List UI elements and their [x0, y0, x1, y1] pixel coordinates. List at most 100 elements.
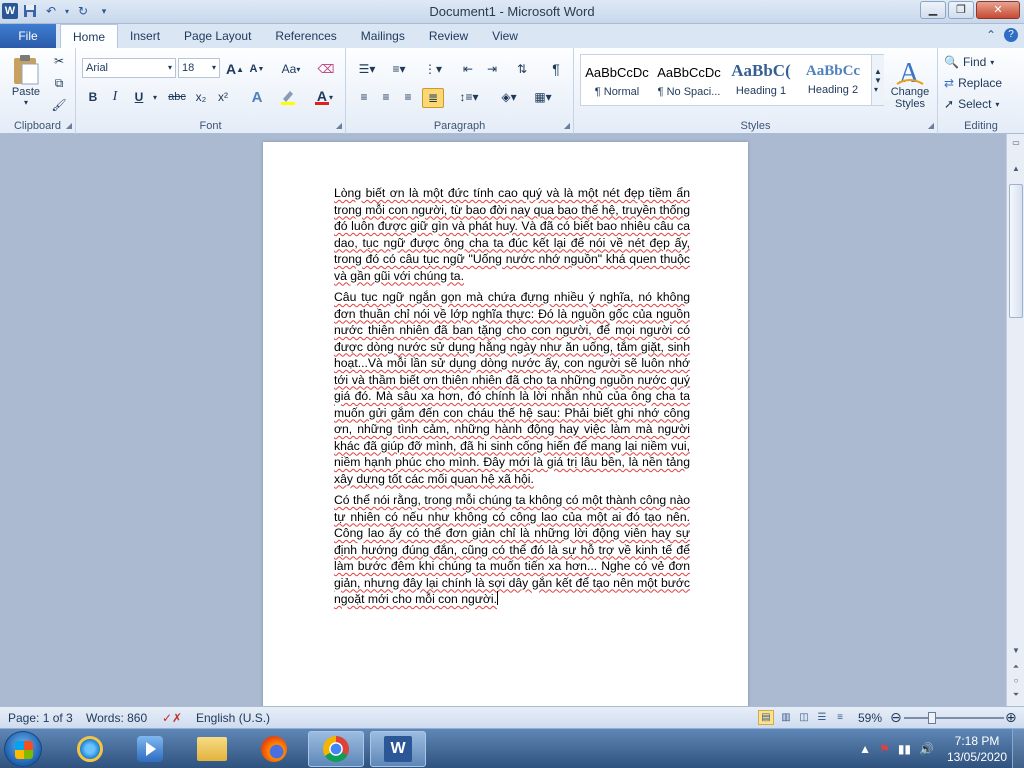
style-normal[interactable]: AaBbCcDc ¶ Normal [581, 55, 653, 105]
align-center-icon[interactable]: ≡ [376, 88, 396, 106]
increase-indent-icon[interactable]: ⇥ [482, 60, 502, 78]
taskbar-media-player[interactable] [122, 731, 178, 767]
show-desktop-button[interactable] [1012, 729, 1024, 768]
paste-dropdown-icon[interactable]: ▾ [24, 98, 28, 107]
tab-view[interactable]: View [480, 24, 530, 48]
page-indicator[interactable]: Page: 1 of 3 [8, 711, 73, 725]
start-button[interactable] [4, 731, 42, 767]
network-icon[interactable]: ▮▮ [898, 742, 911, 756]
clear-formatting-icon[interactable]: ⌫ [316, 60, 336, 78]
taskbar-word[interactable]: W [370, 731, 426, 767]
zoom-out-icon[interactable]: ⊖ [890, 709, 902, 726]
show-formatting-button[interactable]: ¶ [546, 60, 566, 78]
document-area[interactable]: Lòng biết ơn là một đức tính cao quý và … [0, 134, 1006, 706]
justify-icon[interactable]: ≣ [422, 88, 444, 108]
previous-page-icon[interactable]: ⏶ [1007, 662, 1024, 672]
subscript-button[interactable]: x₂ [192, 88, 210, 106]
style-no-spacing[interactable]: AaBbCcDc ¶ No Spaci... [653, 55, 725, 105]
scrollbar-thumb[interactable] [1009, 184, 1023, 318]
borders-icon[interactable]: ▦▾ [530, 88, 556, 106]
paragraph-launcher-icon[interactable]: ◢ [564, 121, 570, 130]
taskbar-internet-explorer[interactable] [62, 731, 118, 767]
paragraph-2[interactable]: Câu tục ngữ ngắn gọn mà chứa đựng nhiều … [334, 289, 690, 487]
underline-button[interactable]: U [130, 88, 148, 106]
bullets-icon[interactable]: ☰▾ [354, 60, 380, 78]
style-heading-1[interactable]: AaBbC( Heading 1 [725, 55, 797, 105]
format-painter-icon[interactable]: 🖌 [50, 96, 68, 114]
align-right-icon[interactable]: ≡ [398, 88, 418, 106]
zoom-slider-thumb[interactable] [928, 712, 936, 724]
strikethrough-button[interactable]: abc [166, 88, 188, 106]
align-left-icon[interactable]: ≡ [354, 88, 374, 106]
print-layout-view-icon[interactable]: ▤ [758, 710, 774, 725]
tab-insert[interactable]: Insert [118, 24, 172, 48]
clipboard-launcher-icon[interactable]: ◢ [66, 121, 72, 130]
paragraph-1[interactable]: Lòng biết ơn là một đức tính cao quý và … [334, 185, 690, 284]
proofing-icon[interactable]: ✓✗ [162, 711, 182, 725]
scroll-down-icon[interactable]: ▼ [1007, 646, 1024, 655]
shrink-font-button[interactable]: A ▼ [248, 60, 266, 78]
paragraph-3-text[interactable]: Có thể nói rằng, trong mỗi chúng ta khôn… [334, 493, 690, 606]
taskbar-chrome[interactable] [308, 731, 364, 767]
styles-launcher-icon[interactable]: ◢ [928, 121, 934, 130]
sort-icon[interactable]: ⇅ [512, 60, 532, 78]
tab-references[interactable]: References [263, 24, 348, 48]
show-hidden-icons-icon[interactable]: ▲ [859, 742, 871, 756]
vertical-scrollbar[interactable]: ▭ ▲ ▼ ⏶ ○ ⏷ [1006, 134, 1024, 706]
clock[interactable]: 7:18 PM 13/05/2020 [942, 733, 1012, 765]
close-button[interactable]: ✕ [976, 1, 1020, 19]
grow-font-button[interactable]: A ▲ [226, 60, 244, 78]
minimize-ribbon-icon[interactable]: ⌃ [986, 28, 996, 42]
font-name-dropdown[interactable]: Arial ▾ [82, 58, 176, 78]
full-screen-reading-view-icon[interactable]: ▥ [778, 710, 794, 725]
scroll-up-icon[interactable]: ▲ [1007, 164, 1024, 173]
cut-icon[interactable]: ✂ [50, 52, 68, 70]
document-page[interactable]: Lòng biết ơn là một đức tính cao quý và … [263, 142, 748, 706]
zoom-slider[interactable] [904, 717, 1004, 719]
change-case-button[interactable]: Aa ▾ [278, 60, 304, 78]
minimize-button[interactable]: ▁ [920, 1, 946, 19]
zoom-level[interactable]: 59% [858, 711, 882, 725]
tab-home[interactable]: Home [60, 24, 119, 49]
multilevel-list-icon[interactable]: ⋮▾ [420, 60, 446, 78]
text-effects-icon[interactable]: A [246, 88, 268, 106]
volume-icon[interactable]: 🔊 [919, 742, 934, 756]
word-count[interactable]: Words: 860 [86, 711, 147, 725]
web-layout-view-icon[interactable]: ◫ [796, 710, 812, 725]
paste-button[interactable]: Paste ▾ [6, 52, 46, 108]
tab-file[interactable]: File [0, 24, 56, 48]
shading-icon[interactable]: ◈▾ [496, 88, 522, 106]
restore-button[interactable]: ❐ [948, 1, 974, 19]
select-button[interactable]: ➚ Select ▾ [944, 94, 1020, 114]
taskbar-firefox[interactable] [246, 731, 302, 767]
style-heading-2[interactable]: AaBbCc Heading 2 [797, 55, 869, 105]
tab-page-layout[interactable]: Page Layout [172, 24, 263, 48]
superscript-button[interactable]: x² [214, 88, 232, 106]
copy-icon[interactable]: ⧉ [50, 74, 68, 92]
font-size-dropdown[interactable]: 18 ▾ [178, 58, 220, 78]
browse-object-icon[interactable]: ○ [1007, 676, 1024, 685]
tab-mailings[interactable]: Mailings [349, 24, 417, 48]
ruler-toggle-icon[interactable]: ▭ [1007, 138, 1024, 147]
bold-button[interactable]: B [84, 88, 102, 106]
language-indicator[interactable]: English (U.S.) [196, 711, 270, 725]
underline-dropdown-icon[interactable]: ▾ [150, 88, 160, 106]
taskbar-file-explorer[interactable] [184, 731, 240, 767]
draft-view-icon[interactable]: ≡ [832, 710, 848, 725]
replace-button[interactable]: ⇄ Replace [944, 73, 1020, 93]
action-center-flag-icon[interactable]: ⚑ [879, 742, 890, 756]
next-page-icon[interactable]: ⏷ [1007, 690, 1024, 700]
outline-view-icon[interactable]: ☰ [814, 710, 830, 725]
numbering-icon[interactable]: ≡▾ [386, 60, 412, 78]
document-body[interactable]: Lòng biết ơn là một đức tính cao quý và … [334, 185, 690, 613]
font-color-button[interactable]: A ▾ [310, 88, 338, 106]
paragraph-3[interactable]: Có thể nói rằng, trong mỗi chúng ta khôn… [334, 492, 690, 608]
help-icon[interactable]: ? [1004, 28, 1018, 42]
font-launcher-icon[interactable]: ◢ [336, 121, 342, 130]
change-styles-button[interactable]: A Change Styles [886, 52, 934, 114]
styles-scroll-buttons[interactable]: ▲ ▼ ▾ [871, 55, 884, 105]
zoom-in-icon[interactable]: ⊕ [1005, 709, 1017, 726]
tab-review[interactable]: Review [417, 24, 480, 48]
decrease-indent-icon[interactable]: ⇤ [458, 60, 478, 78]
highlight-color-button[interactable] [276, 88, 304, 106]
